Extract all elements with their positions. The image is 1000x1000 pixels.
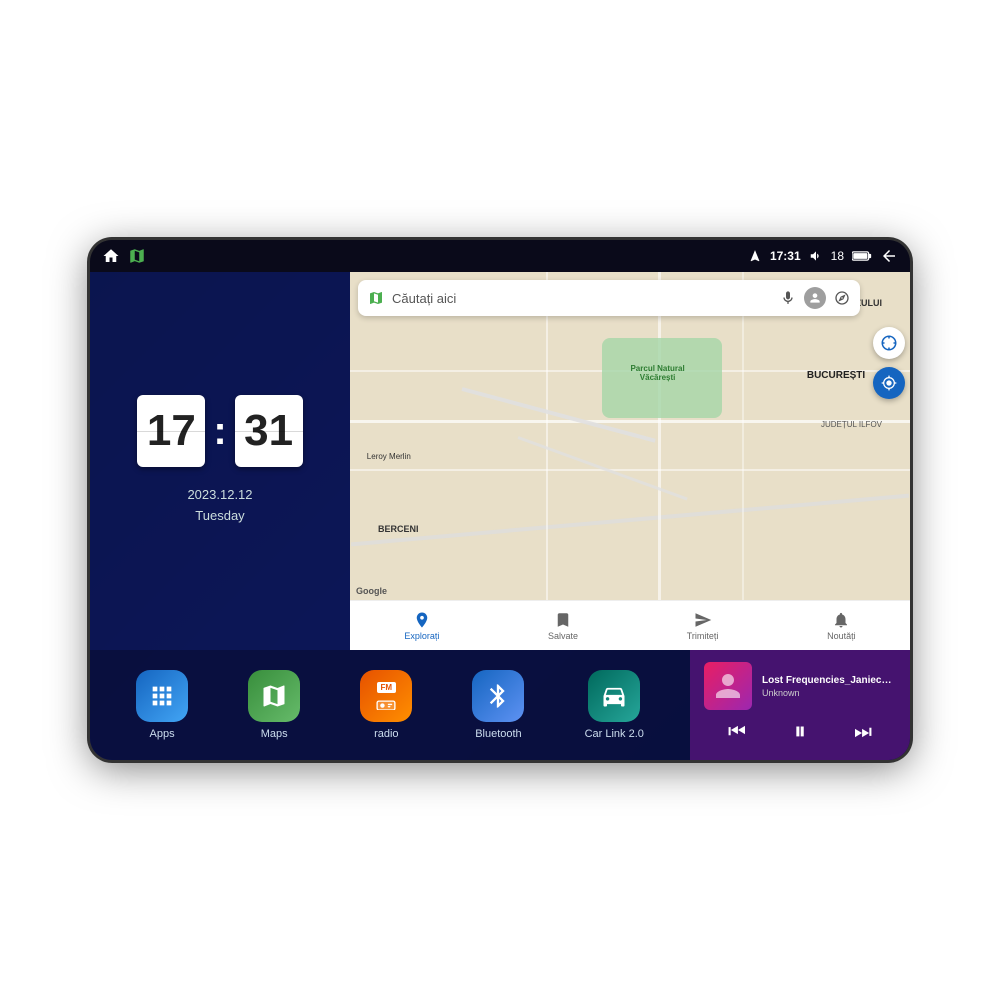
user-avatar[interactable] [804,287,826,309]
berceni-label: BERCENI [378,524,419,534]
radio-app-label: radio [374,728,398,740]
status-signal: 18 [831,249,844,263]
map-compass-btn[interactable] [873,327,905,359]
map-bottom-bar: Explorați Salvate Trimiteți Noutăți [350,600,910,650]
music-panel: Lost Frequencies_Janieck Devy-... Unknow… [690,650,910,760]
carlink-app-icon [588,670,640,722]
map-search-placeholder[interactable]: Căutați aici [392,291,772,306]
maps-app-label: Maps [261,728,288,740]
apps-app-icon [136,670,188,722]
status-bar-left [102,247,146,265]
clock-day: Tuesday [187,506,252,527]
map-background[interactable]: Parcul NaturalVăcărești TRAPEZULUI BUCUR… [350,272,910,600]
volume-icon [809,249,823,263]
clock-date: 2023.12.12 Tuesday [187,485,252,527]
map-nav-news[interactable]: Noutăți [827,611,856,641]
navigation-icon [748,249,762,263]
saved-label: Salvate [548,631,578,641]
clock-minutes: 31 [235,395,303,467]
bluetooth-app-label: Bluetooth [475,728,521,740]
carlink-app-label: Car Link 2.0 [585,728,644,740]
maps-pin-icon [368,290,384,306]
bluetooth-app-icon [472,670,524,722]
next-button[interactable]: ⏭ [846,719,880,746]
music-top: Lost Frequencies_Janieck Devy-... Unknow… [704,662,896,710]
clock-panel: 17 : 31 2023.12.12 Tuesday [90,272,350,650]
bucuresti-label: BUCUREȘTI [807,370,865,381]
map-search-bar[interactable]: Căutați aici [358,280,860,316]
app-item-bluetooth[interactable]: Bluetooth [472,670,524,740]
ilfov-label: JUDEȚUL ILFOV [821,420,882,429]
back-icon[interactable] [880,247,898,265]
music-info: Lost Frequencies_Janieck Devy-... Unknow… [762,675,896,698]
clock-hours: 17 [137,395,205,467]
play-pause-button[interactable]: ⏸ [786,716,814,748]
app-item-maps[interactable]: Maps [248,670,300,740]
main-screen: 17 : 31 2023.12.12 Tuesday Căutați aici [90,272,910,760]
apps-bar: Apps Maps FM [90,650,690,760]
news-label: Noutăți [827,631,856,641]
app-item-radio[interactable]: FM radio [360,670,412,740]
app-item-apps[interactable]: Apps [136,670,188,740]
park-label: Parcul NaturalVăcărești [608,364,708,382]
bottom-section: Apps Maps FM [90,650,910,760]
music-controls: ⏮ ⏸ ⏭ [704,716,896,748]
leroy-label: Leroy Merlin [367,452,411,461]
maps-app-icon [248,670,300,722]
status-time: 17:31 [770,249,801,263]
map-nav-share[interactable]: Trimiteți [687,611,719,641]
clock-colon: : [213,409,226,454]
prev-button[interactable]: ⏮ [720,719,754,746]
my-location-btn[interactable] [873,367,905,399]
music-thumbnail [704,662,752,710]
top-section: 17 : 31 2023.12.12 Tuesday Căutați aici [90,272,910,650]
music-title: Lost Frequencies_Janieck Devy-... [762,675,896,686]
share-label: Trimiteți [687,631,719,641]
map-nav-explore[interactable]: Explorați [404,611,439,641]
device-shell: 17:31 18 17 : [90,240,910,760]
explore-label: Explorați [404,631,439,641]
music-artist: Unknown [762,688,896,698]
mic-icon[interactable] [780,290,796,306]
battery-icon [852,250,872,262]
home-icon[interactable] [102,247,120,265]
clock-date-value: 2023.12.12 [187,485,252,506]
flip-clock: 17 : 31 [137,395,302,467]
google-logo: Google [356,586,387,596]
compass-icon[interactable] [834,290,850,306]
map-nav-saved[interactable]: Salvate [548,611,578,641]
radio-app-icon: FM [360,670,412,722]
status-bar-right: 17:31 18 [748,247,898,265]
app-item-carlink[interactable]: Car Link 2.0 [585,670,644,740]
status-bar: 17:31 18 [90,240,910,272]
map-panel[interactable]: Căutați aici [350,272,910,650]
apps-app-label: Apps [150,728,175,740]
maps-icon[interactable] [128,247,146,265]
